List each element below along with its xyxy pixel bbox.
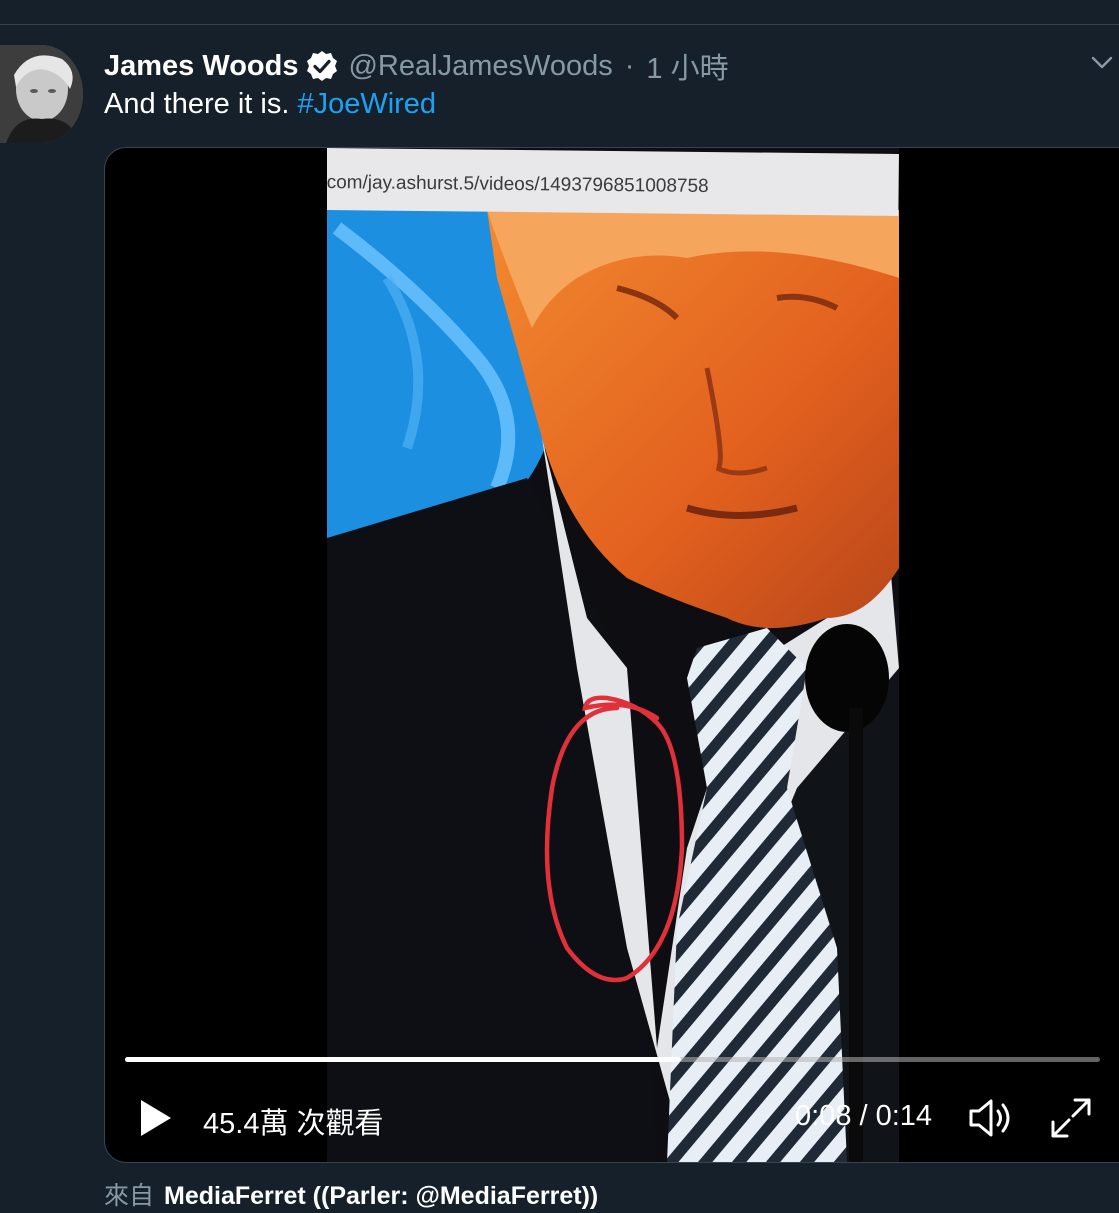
video-url-overlay: com/jay.ashurst.5/videos/149379685100875… [327,148,899,216]
tweet-timestamp[interactable]: 1 小時 [646,45,728,87]
volume-icon[interactable] [967,1096,1015,1140]
progress-fill [125,1057,681,1062]
video-still [327,148,899,1162]
video-frame: com/jay.ashurst.5/videos/149379685100875… [327,148,899,1162]
fullscreen-icon[interactable] [1049,1096,1093,1140]
source-attribution: 來自 MediaFerret ((Parler: @MediaFerret)) [104,1176,598,1212]
top-divider [0,24,1119,25]
progress-bar[interactable] [125,1057,1100,1062]
play-icon[interactable] [137,1098,173,1138]
user-handle[interactable]: @RealJamesWoods [348,50,612,83]
display-name[interactable]: James Woods [104,50,298,83]
video-player[interactable]: com/jay.ashurst.5/videos/149379685100875… [104,147,1119,1163]
tweet-header: James Woods @RealJamesWoods · 1 小時 [104,46,729,86]
tweet-text: And there it is. #JoeWired [104,88,436,121]
source-link[interactable]: MediaFerret ((Parler: @MediaFerret)) [164,1182,598,1210]
time-separator: · [624,49,635,82]
hashtag-link[interactable]: #JoeWired [297,88,436,120]
source-prefix: 來自 [104,1182,155,1210]
tweet-body: And there it is. [104,88,298,120]
view-count: 45.4萬 次觀看 [203,1108,384,1140]
verified-badge-icon [306,50,338,82]
chevron-down-icon[interactable] [1088,48,1116,76]
video-time: 0:08 / 0:14 [795,1100,933,1132]
avatar[interactable] [0,45,83,143]
